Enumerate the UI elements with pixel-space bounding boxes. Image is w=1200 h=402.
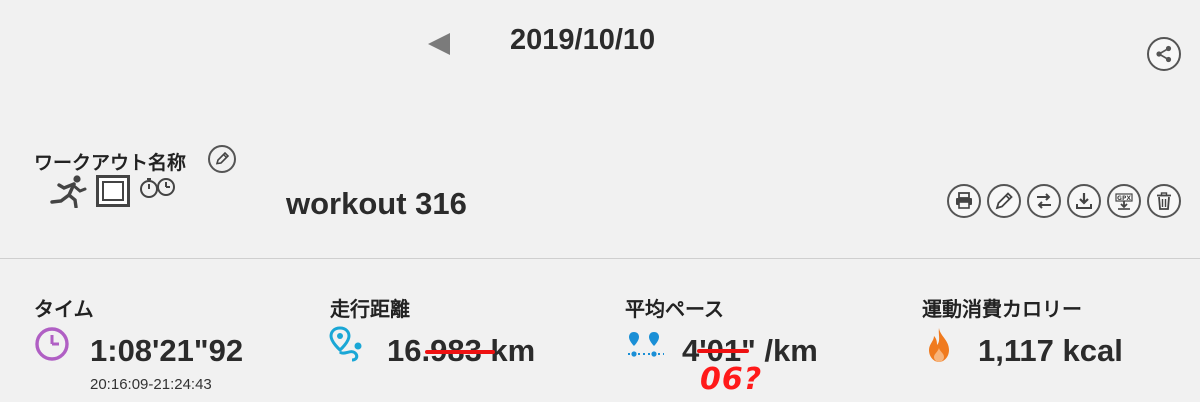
edit-workout-name-button[interactable] (208, 145, 236, 173)
time-range: 20:16:09-21:24:43 (90, 376, 212, 393)
distance-strikethrough (425, 350, 495, 354)
flame-icon (929, 328, 949, 362)
gpx-export-icon: GPX (1115, 193, 1133, 210)
print-button[interactable] (947, 184, 981, 218)
treadmill-screen-icon (96, 175, 130, 207)
stopwatch-icon (140, 178, 175, 198)
swap-icon (1037, 193, 1051, 209)
download-button[interactable] (1067, 184, 1101, 218)
gpx-export-button[interactable]: GPX (1107, 184, 1141, 218)
section-divider (0, 258, 1200, 259)
pace-pins-icon (628, 332, 664, 357)
share-button[interactable] (1147, 37, 1181, 71)
trash-icon (1157, 192, 1171, 210)
clock-icon (35, 327, 69, 361)
edit-button[interactable] (987, 184, 1021, 218)
workout-name-label: ワークアウト名称 (34, 153, 187, 174)
workout-date: 2019/10/10 (510, 24, 656, 56)
prev-date-arrow-icon[interactable] (428, 33, 450, 55)
pencil-icon (215, 151, 230, 165)
print-icon (956, 192, 972, 209)
time-value: 1:08'21"92 (90, 333, 244, 368)
calories-value: 1,117 kcal (978, 333, 1123, 368)
swap-button[interactable] (1027, 184, 1061, 218)
distance-label: 走行距離 (330, 299, 410, 321)
runner-icon (50, 175, 87, 208)
pace-strikethrough (697, 349, 749, 353)
share-icon (1156, 45, 1172, 63)
gpx-label: GPX (1117, 195, 1131, 202)
time-label: タイム (34, 299, 94, 321)
route-pin-icon (329, 326, 362, 362)
download-icon (1076, 193, 1092, 209)
delete-button[interactable] (1147, 184, 1181, 218)
handwritten-correction: 06? (700, 362, 763, 397)
calories-label: 運動消費カロリー (922, 299, 1082, 321)
workout-title: workout 316 (286, 186, 467, 221)
pace-label: 平均ペース (625, 299, 724, 321)
edit-icon (995, 192, 1013, 210)
